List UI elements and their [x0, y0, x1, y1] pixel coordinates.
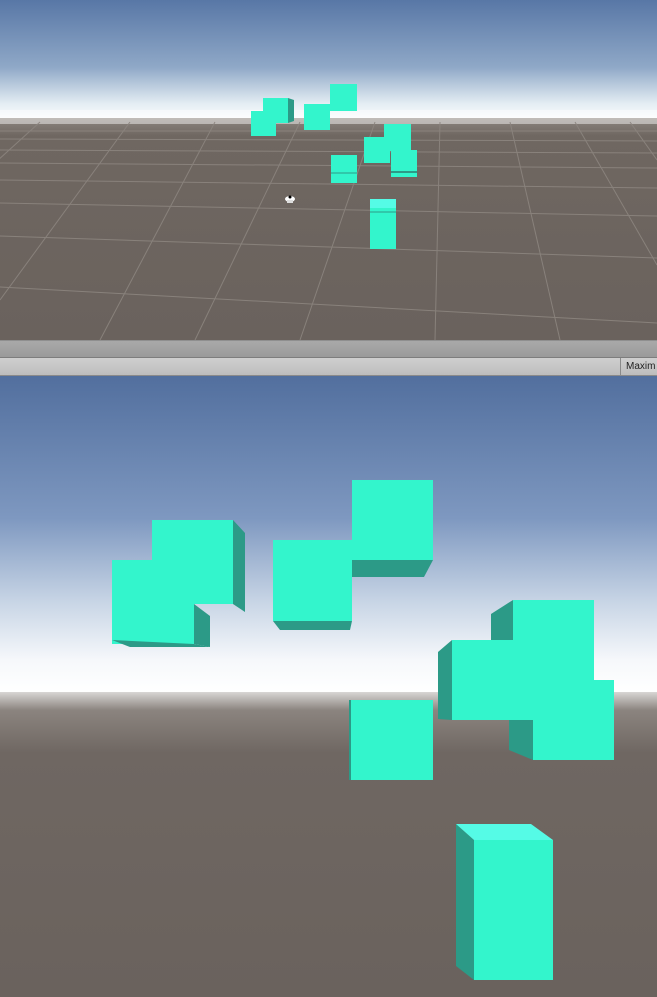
scene-view[interactable]	[0, 0, 657, 340]
scene-cube-tall[interactable]	[370, 199, 396, 249]
game-view[interactable]	[0, 376, 657, 997]
scene-sky	[0, 0, 657, 122]
game-cube-tall[interactable]	[456, 824, 553, 980]
maximize-on-play-toggle[interactable]: Maxim	[620, 358, 657, 375]
scene-viewport[interactable]	[0, 0, 657, 340]
scene-cube-center[interactable]	[331, 155, 357, 183]
panel-splitter[interactable]	[0, 340, 657, 358]
game-toolbar: Maxim	[0, 358, 657, 376]
game-viewport[interactable]	[0, 376, 657, 997]
game-cube-center[interactable]	[349, 700, 433, 780]
